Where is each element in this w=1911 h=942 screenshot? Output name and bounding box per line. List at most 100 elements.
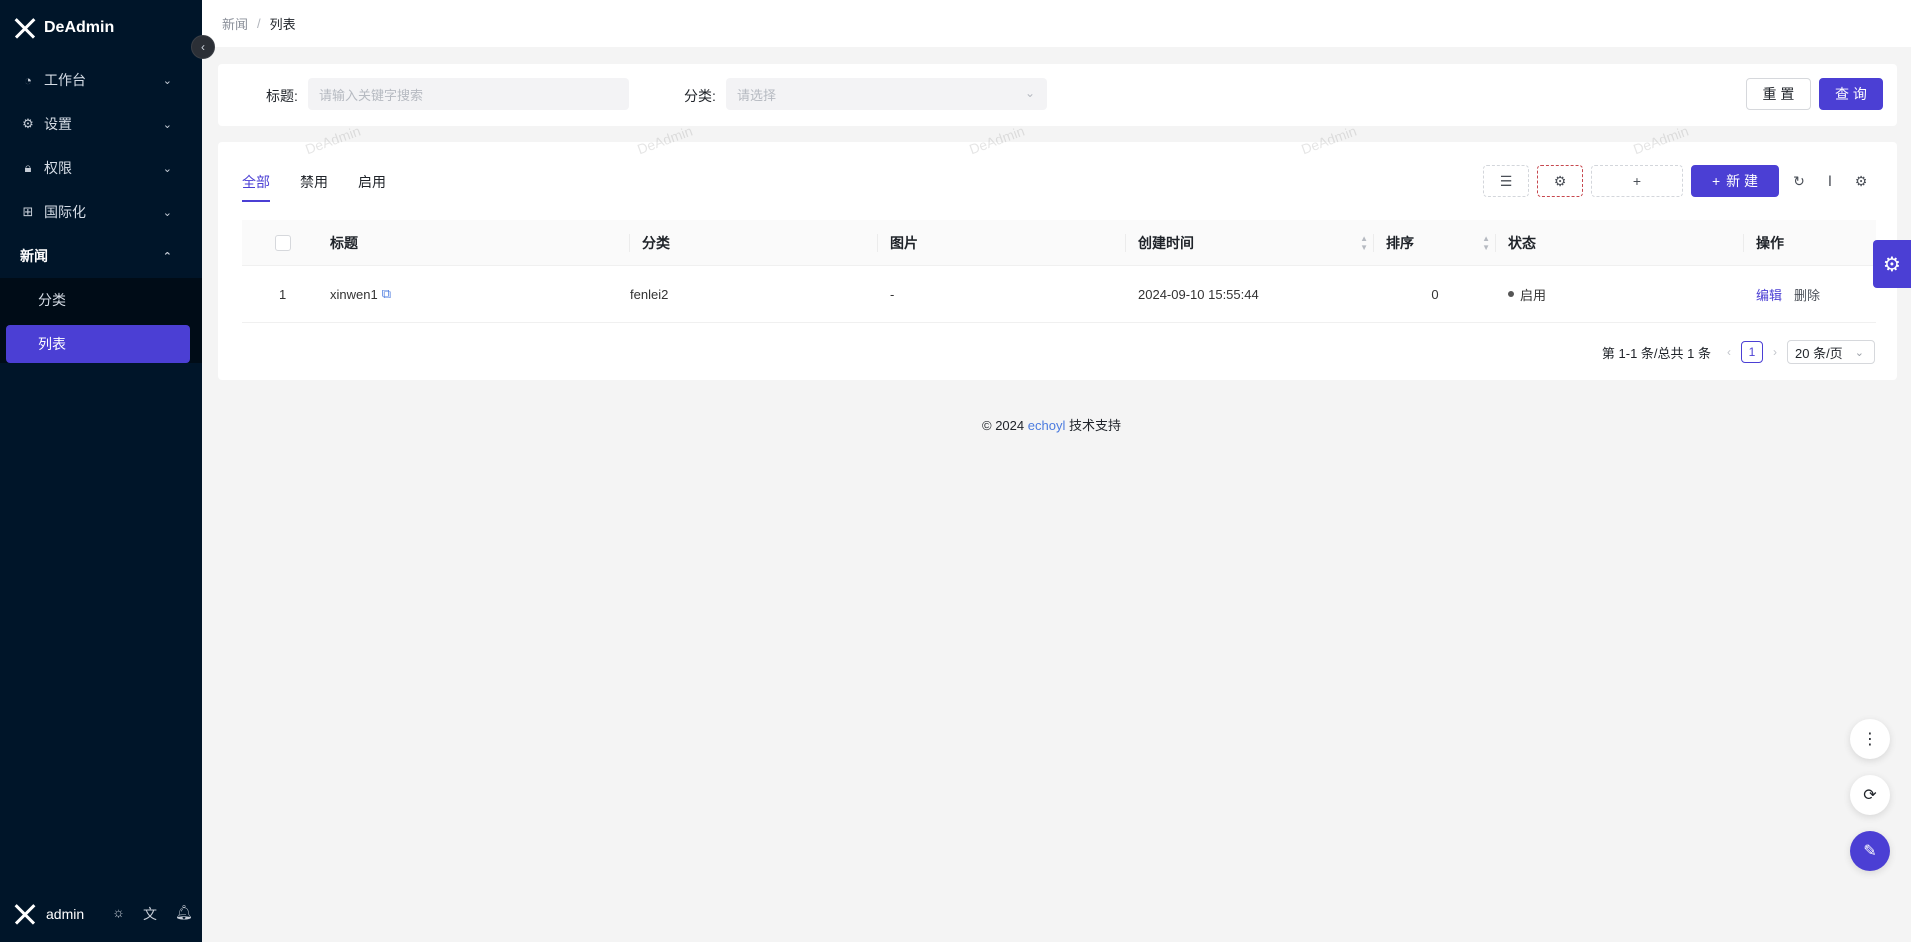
next-page-icon[interactable]: › [1773, 345, 1777, 359]
gear-icon: ⚙ [22, 116, 34, 131]
category-select[interactable]: 请选择 ⌄ [726, 78, 1047, 110]
plus-icon: + [1711, 173, 1721, 189]
sort-icon[interactable]: ▲ ▼ [1482, 234, 1490, 252]
sidebar-item-label: 设置 [44, 116, 72, 132]
breadcrumb: 新闻 / 列表 [202, 0, 1911, 47]
row-status: 启用 [1520, 287, 1547, 303]
column-height-icon: Ⅰ [1827, 172, 1833, 189]
tab-enabled[interactable]: 启用 [358, 172, 386, 202]
table-row: 1 xinwen1 ⧉ fenlei2 - 2024-09-10 15:55:4… [242, 266, 1876, 323]
gear-icon: ⚙ [1883, 253, 1901, 276]
header-category-label: 分类 [642, 234, 670, 251]
column-divider [629, 234, 630, 252]
header-status: 状态 [1495, 220, 1744, 265]
footer-brand-link[interactable]: echoyl [1028, 418, 1066, 433]
edit-link[interactable]: 编辑 [1756, 285, 1782, 304]
sidebar-item-i18n[interactable]: ⊞ 国际化 ⌄ [0, 190, 202, 234]
more-button[interactable]: ⋮ [1850, 719, 1890, 759]
header-title-label: 标题 [330, 234, 358, 251]
footer: © 2024 echoyl 技术支持 [982, 415, 1121, 434]
column-divider [1373, 234, 1374, 252]
sidebar-item-label: 列表 [38, 336, 66, 352]
sidebar-item-permissions[interactable]: 🔒︎ 权限 ⌄ [0, 146, 202, 190]
sidebar-item-category[interactable]: 分类 [0, 278, 202, 322]
avatar[interactable] [14, 903, 36, 925]
prev-page-icon[interactable]: ‹ [1727, 345, 1731, 359]
sidebar-menu: ◔ 工作台 ⌄ ⚙ 设置 ⌄ 🔒︎ 权限 ⌄ ⊞ 国际化 ⌄ 新闻 ⌃ 分类 列… [0, 58, 202, 363]
search-form: 标题: 请输入关键字搜索 分类: 请选择 ⌄ 重 置 查 询 [218, 64, 1897, 126]
sidebar-item-label: 分类 [38, 292, 66, 308]
chevron-down-icon: ⌄ [1854, 346, 1864, 359]
row-title: xinwen1 [330, 286, 378, 302]
sidebar-item-label: 新闻 [20, 248, 48, 264]
query-button[interactable]: 查 询 [1819, 78, 1883, 110]
tab-disabled[interactable]: 禁用 [300, 172, 328, 202]
row-status-cell: 启用 [1496, 266, 1546, 322]
logo[interactable]: DeAdmin [0, 0, 202, 56]
sidebar-item-list[interactable]: 列表 [6, 325, 190, 363]
user-actions: ☼ 文 🔔︎ [112, 904, 193, 924]
page-size-select[interactable]: 20 条/页 ⌄ [1787, 340, 1875, 364]
logo-icon [14, 17, 36, 39]
table-settings-button[interactable]: ⚙ [1849, 165, 1873, 197]
chevron-down-icon: ⌄ [162, 118, 172, 131]
pagination-summary: 第 1-1 条/总共 1 条 [1601, 345, 1711, 361]
reset-button[interactable]: 重 置 [1746, 78, 1811, 110]
username[interactable]: admin [46, 906, 84, 922]
page-number[interactable]: 1 [1741, 341, 1763, 363]
reload-button[interactable]: ⟳ [1850, 775, 1890, 815]
breadcrumb-current: 列表 [269, 17, 296, 32]
copy-icon[interactable]: ⧉ [382, 286, 391, 302]
header-image: 图片 [877, 220, 1126, 265]
sync-icon: ⟳ [1863, 787, 1877, 804]
header-created[interactable]: 创建时间 ▲ ▼ [1125, 220, 1374, 265]
row-actions: 编辑 删除 [1744, 266, 1820, 322]
status-dot-icon [1508, 291, 1514, 297]
collapse-sidebar-button[interactable]: ‹ [191, 35, 215, 59]
density-button[interactable]: Ⅰ [1818, 165, 1842, 197]
new-button[interactable]: + 新 建 [1691, 165, 1779, 197]
title-search-placeholder: 请输入关键字搜索 [319, 87, 424, 103]
row-created: 2024-09-10 15:55:44 [1138, 286, 1259, 302]
refresh-button[interactable]: ↻ [1787, 165, 1811, 197]
status-tabs: 全部 禁用 启用 [242, 172, 386, 202]
sun-icon[interactable]: ☼ [112, 904, 125, 924]
title-search-input[interactable]: 请输入关键字搜索 [308, 78, 629, 110]
column-divider [877, 234, 878, 252]
chevron-down-icon: ⌄ [162, 206, 172, 219]
chevron-down-icon: ⌄ [1024, 86, 1035, 100]
column-settings-button[interactable]: ⚙ [1537, 165, 1583, 197]
add-small-button[interactable]: + [1591, 165, 1683, 197]
sidebar: DeAdmin ◔ 工作台 ⌄ ⚙ 设置 ⌄ 🔒︎ 权限 ⌄ ⊞ 国际化 ⌄ 新… [0, 0, 202, 942]
new-button-label: 新 建 [1726, 173, 1759, 189]
tab-all[interactable]: 全部 [242, 172, 270, 202]
page-size-label: 20 条/页 [1795, 345, 1843, 361]
add-small-label: + [1632, 173, 1642, 189]
header-sort[interactable]: 排序 ▲ ▼ [1373, 220, 1496, 265]
sort-icon[interactable]: ▲ ▼ [1360, 234, 1368, 252]
chevron-up-icon: ⌃ [162, 250, 172, 263]
sidebar-item-workbench[interactable]: ◔ 工作台 ⌄ [0, 58, 202, 102]
translate-icon[interactable]: 文 [143, 904, 157, 924]
clear-button[interactable]: ✎ [1850, 831, 1890, 871]
header-created-label: 创建时间 [1138, 234, 1194, 251]
header-actions: 操作 [1743, 220, 1876, 265]
table-header: 标题 分类 图片 创建时间 ▲ ▼ 排序 ▲ ▼ 状态 操作 [242, 220, 1876, 266]
column-divider [1495, 234, 1496, 252]
select-all-checkbox[interactable] [275, 234, 291, 251]
row-category: fenlei2 [630, 286, 669, 302]
delete-link[interactable]: 删除 [1794, 285, 1820, 304]
news-submenu: 分类 列表 [0, 278, 202, 363]
breadcrumb-parent[interactable]: 新闻 [222, 14, 248, 33]
bell-icon[interactable]: 🔔︎ [175, 904, 193, 924]
breadcrumb-separator: / [257, 16, 261, 31]
theme-settings-button[interactable]: ⚙ [1873, 240, 1911, 288]
list-view-button[interactable]: ☰ [1483, 165, 1529, 197]
sidebar-item-label: 工作台 [44, 72, 86, 88]
refresh-icon: ↻ [1793, 172, 1805, 189]
sidebar-item-news[interactable]: 新闻 ⌃ [0, 234, 202, 278]
sidebar-item-settings[interactable]: ⚙ 设置 ⌄ [0, 102, 202, 146]
brush-icon: ✎ [1863, 843, 1877, 860]
footer-suffix: 技术支持 [1068, 418, 1121, 433]
category-placeholder: 请选择 [737, 87, 777, 103]
